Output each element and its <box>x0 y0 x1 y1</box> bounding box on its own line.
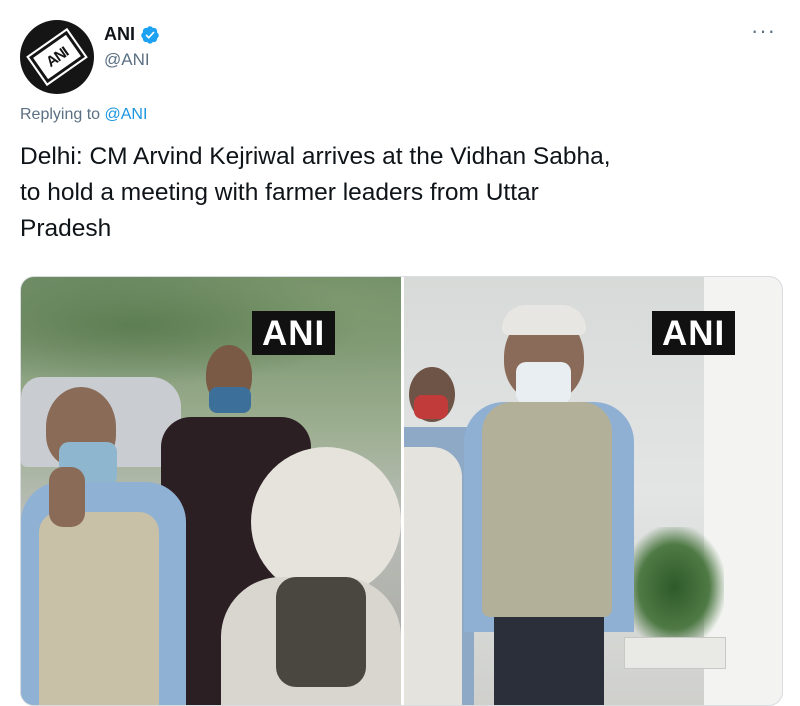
person-head <box>251 447 401 597</box>
author-name[interactable]: ANI <box>104 24 135 45</box>
more-options-icon[interactable]: ··· <box>751 18 776 44</box>
author-handle[interactable]: @ANI <box>104 50 150 70</box>
tweet-text-line: to hold a meeting with farmer leaders fr… <box>20 179 539 206</box>
person-vest <box>482 402 612 617</box>
media-photo-right[interactable]: ANI <box>404 277 782 705</box>
ani-watermark: ANI <box>252 311 336 355</box>
white-hair <box>502 305 586 335</box>
folded-hands <box>49 467 85 527</box>
reply-context: Replying to @ANI <box>20 106 147 124</box>
tweet-media[interactable]: ANI ANI <box>20 276 783 706</box>
face-mask <box>414 395 448 419</box>
media-photo-left[interactable]: ANI <box>21 277 401 705</box>
person-trousers <box>494 617 604 705</box>
plant <box>624 527 724 647</box>
person-foreground <box>404 447 462 705</box>
face-mask <box>209 387 251 413</box>
tweet-text: Delhi: CM Arvind Kejriwal arrives at the… <box>20 139 780 247</box>
verified-badge-icon <box>141 25 159 44</box>
avatar-logo: ANI <box>26 27 88 87</box>
face-mask <box>516 362 571 404</box>
person-vest <box>276 577 366 687</box>
ani-watermark: ANI <box>652 311 736 355</box>
author-name-row[interactable]: ANI <box>104 24 160 45</box>
person-vest <box>39 512 159 705</box>
planter-box <box>624 637 726 669</box>
avatar[interactable]: ANI <box>20 20 94 94</box>
tweet-text-line: Delhi: CM Arvind Kejriwal arrives at the… <box>20 143 611 170</box>
reply-prefix: Replying to <box>20 106 101 123</box>
tweet-text-line: Pradesh <box>20 215 112 242</box>
reply-handle-link[interactable]: @ANI <box>105 106 148 123</box>
